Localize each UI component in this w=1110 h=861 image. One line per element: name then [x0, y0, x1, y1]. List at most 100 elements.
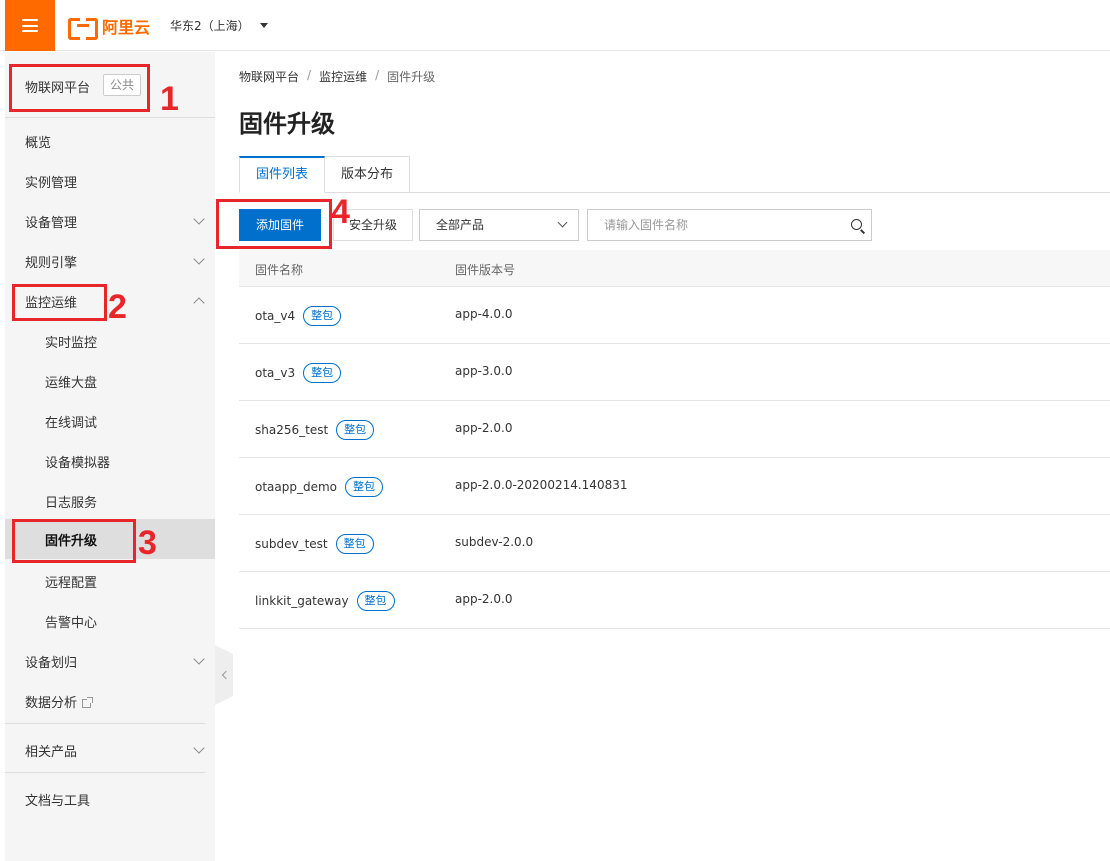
sidebar-item-ops-dashboard[interactable]: 运维大盘	[5, 361, 215, 401]
aliyun-logo[interactable]: 阿里云	[68, 14, 151, 40]
breadcrumb-separator: /	[375, 68, 380, 82]
firmware-name-cell: linkkit_gateway 整包	[255, 591, 395, 611]
region-selector[interactable]: 华东2（上海）	[170, 17, 268, 34]
package-badge: 整包	[303, 363, 342, 383]
sidebar-item-label: 设备划归	[25, 655, 78, 671]
firmware-name: subdev_test	[255, 537, 328, 551]
external-link-icon	[82, 696, 94, 708]
chevron-left-icon	[221, 670, 230, 680]
sidebar-item-device-assignment[interactable]: 设备划归	[5, 641, 215, 681]
logo-text: 阿里云	[102, 18, 151, 37]
sidebar-item-remote-config[interactable]: 远程配置	[5, 561, 215, 601]
firmware-version: app-3.0.0	[455, 364, 513, 378]
firmware-name-cell: otaapp_demo 整包	[255, 477, 384, 497]
chevron-down-icon	[193, 253, 205, 265]
chevron-down-icon	[193, 742, 205, 754]
sidebar-item-instances[interactable]: 实例管理	[5, 161, 215, 201]
firmware-name: sha256_test	[255, 423, 329, 437]
firmware-name: ota_v3	[255, 366, 296, 380]
firmware-name-cell: ota_v3 整包	[255, 363, 342, 383]
region-label: 华东2（上海）	[170, 19, 250, 33]
package-badge: 整包	[345, 477, 384, 497]
page-title: 固件升级	[239, 110, 335, 138]
menu-button[interactable]	[5, 0, 55, 51]
sidebar-item-label: 规则引擎	[25, 255, 78, 271]
table-row: ota_v3 整包 app-3.0.0	[239, 344, 1110, 401]
firmware-version: app-4.0.0	[455, 307, 513, 321]
firmware-name: linkkit_gateway	[255, 594, 349, 608]
sidebar-item-docs-tools[interactable]: 文档与工具	[5, 779, 215, 819]
caret-down-icon	[259, 23, 268, 28]
table-header: 固件名称 固件版本号	[239, 250, 1110, 287]
breadcrumb: 物联网平台 / 监控运维 / 固件升级	[239, 68, 435, 85]
sidebar-item-label: 在线调试	[45, 415, 98, 431]
divider	[5, 772, 205, 773]
sidebar-item-log-service[interactable]: 日志服务	[5, 481, 215, 521]
tab-firmware-list[interactable]: 固件列表	[239, 156, 326, 193]
search-input[interactable]	[604, 210, 834, 240]
sidebar-item-label: 实例管理	[25, 175, 78, 191]
search-icon[interactable]	[851, 219, 862, 230]
sidebar-item-alert-center[interactable]: 告警中心	[5, 601, 215, 641]
sidebar-item-devices[interactable]: 设备管理	[5, 201, 215, 241]
annotation-box-1	[9, 64, 150, 112]
breadcrumb-item[interactable]: 物联网平台	[239, 68, 299, 85]
breadcrumb-current: 固件升级	[387, 70, 436, 84]
breadcrumb-item[interactable]: 监控运维	[319, 68, 367, 85]
package-badge: 整包	[303, 306, 342, 326]
sidebar-item-label: 运维大盘	[45, 375, 98, 391]
product-select[interactable]: 全部产品	[419, 209, 579, 241]
breadcrumb-separator: /	[307, 68, 312, 82]
product-select-value: 全部产品	[436, 218, 485, 232]
chevron-down-icon	[193, 213, 205, 225]
table-row: sha256_test 整包 app-2.0.0	[239, 401, 1110, 458]
sidebar-item-rules[interactable]: 规则引擎	[5, 241, 215, 281]
firmware-table: 固件名称 固件版本号 ota_v4 整包 app-4.0.0 ota_v3 整包 a…	[239, 250, 1110, 629]
firmware-version: app-2.0.0	[455, 421, 513, 435]
annotation-number-3: 3	[138, 524, 157, 562]
sidebar-item-label: 设备管理	[25, 215, 78, 231]
firmware-name-cell: subdev_test 整包	[255, 534, 374, 554]
annotation-number-1: 1	[160, 80, 179, 118]
tab-version-distribution[interactable]: 版本分布	[325, 156, 411, 193]
divider	[5, 723, 205, 724]
firmware-version: app-2.0.0	[455, 592, 513, 606]
sidebar-item-realtime-monitor[interactable]: 实时监控	[5, 321, 215, 361]
firmware-search	[587, 209, 872, 241]
firmware-version: subdev-2.0.0	[455, 535, 534, 549]
table-row: ota_v4 整包 app-4.0.0	[239, 287, 1110, 344]
sidebar-item-label: 数据分析	[25, 692, 94, 711]
column-header-name: 固件名称	[255, 263, 304, 277]
sidebar-item-label-text: 数据分析	[25, 695, 78, 711]
sidebar-item-label: 远程配置	[45, 575, 98, 591]
sidebar-item-data-analysis[interactable]: 数据分析	[5, 681, 215, 721]
package-badge: 整包	[335, 534, 374, 554]
top-bar: 阿里云 华东2（上海）	[0, 0, 1110, 51]
tabs: 固件列表 版本分布	[239, 156, 411, 193]
sidebar-item-label: 文档与工具	[25, 793, 91, 809]
table-row: linkkit_gateway 整包 app-2.0.0	[239, 572, 1110, 629]
sidebar-item-related-products[interactable]: 相关产品	[5, 730, 215, 770]
sidebar-collapse-handle[interactable]	[215, 645, 233, 705]
firmware-version: app-2.0.0-20200214.140831	[455, 478, 628, 492]
table-row: otaapp_demo 整包 app-2.0.0-20200214.140831	[239, 458, 1110, 515]
chevron-up-icon	[193, 297, 205, 309]
annotation-box-2	[12, 284, 107, 321]
annotation-number-2: 2	[108, 288, 127, 326]
firmware-name: ota_v4	[255, 309, 296, 323]
annotation-box-4	[216, 199, 332, 249]
sidebar-item-label: 相关产品	[25, 744, 78, 760]
chevron-down-icon	[193, 653, 205, 665]
hamburger-icon	[22, 19, 38, 32]
sidebar-item-device-simulator[interactable]: 设备模拟器	[5, 441, 215, 481]
sidebar-item-label: 设备模拟器	[45, 455, 111, 471]
sidebar-item-overview[interactable]: 概览	[5, 121, 215, 161]
firmware-name-cell: ota_v4 整包	[255, 306, 342, 326]
firmware-name-cell: sha256_test 整包	[255, 420, 375, 440]
sidebar-item-online-debug[interactable]: 在线调试	[5, 401, 215, 441]
sidebar-item-label: 实时监控	[45, 335, 98, 351]
sidebar: 物联网平台 公共 概览 实例管理 设备管理 规则引擎 监控运维 实时监控 运维大…	[5, 52, 215, 861]
package-badge: 整包	[336, 420, 375, 440]
firmware-name: otaapp_demo	[255, 480, 338, 494]
table-row: subdev_test 整包 subdev-2.0.0	[239, 515, 1110, 572]
